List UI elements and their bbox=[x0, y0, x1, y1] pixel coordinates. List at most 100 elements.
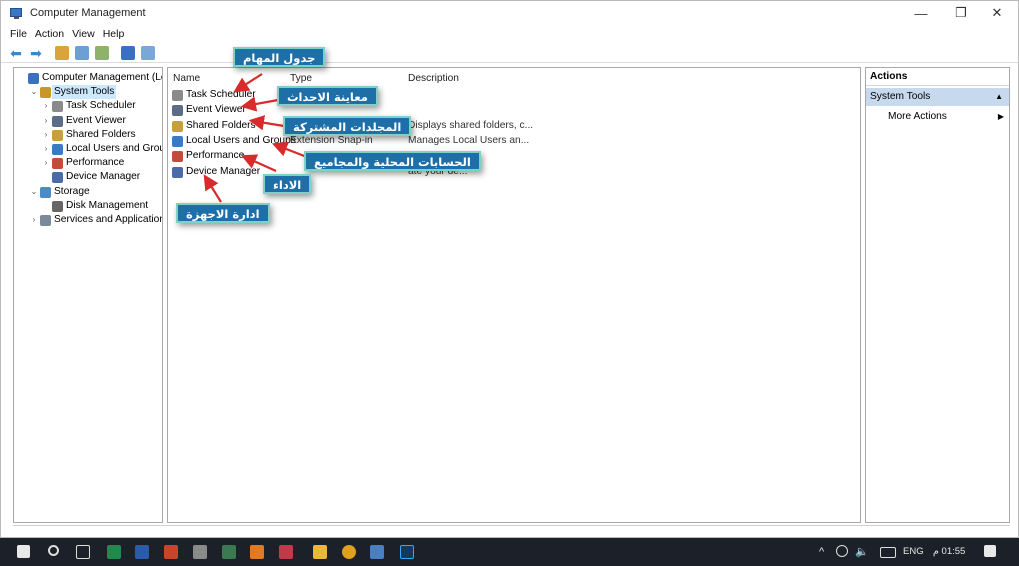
help-icon[interactable] bbox=[121, 45, 135, 60]
tree-node-icon bbox=[52, 115, 63, 127]
actions-section-system-tools[interactable]: System Tools ▲ bbox=[866, 88, 1009, 106]
tree-node[interactable]: Device Manager bbox=[14, 170, 162, 184]
file-explorer-icon[interactable] bbox=[313, 545, 327, 559]
expand-chevron-icon[interactable]: › bbox=[42, 156, 50, 170]
tree-node-label: Disk Management bbox=[66, 199, 149, 211]
actions-section-label: System Tools bbox=[870, 91, 931, 102]
menu-file[interactable]: File bbox=[10, 28, 27, 40]
tree-node[interactable]: Disk Management bbox=[14, 199, 162, 213]
tree-node[interactable]: › Shared Folders bbox=[14, 128, 162, 142]
volume-icon[interactable]: 🔈 bbox=[855, 538, 869, 566]
tree-node[interactable]: › Local Users and Groups bbox=[14, 142, 162, 156]
list-item-icon bbox=[172, 105, 183, 117]
title-bar: Computer Management — ❐ ✕ bbox=[1, 1, 1018, 25]
show-action-pane-icon[interactable] bbox=[141, 45, 155, 60]
expand-chevron-icon[interactable]: ⌄ bbox=[30, 185, 38, 199]
expand-chevron-icon[interactable]: ⌄ bbox=[30, 85, 38, 99]
globe-network-icon[interactable] bbox=[836, 545, 848, 557]
column-header-type[interactable]: Type bbox=[290, 73, 312, 84]
tree-node-label: Storage bbox=[54, 185, 90, 197]
tree-node-icon bbox=[40, 87, 51, 99]
restore-button[interactable]: ❐ bbox=[941, 1, 981, 25]
list-item-description: Displays shared folders, c... bbox=[408, 119, 534, 131]
tree-node[interactable]: › Performance bbox=[14, 156, 162, 170]
submenu-arrow-icon: ▶ bbox=[997, 112, 1004, 121]
list-item[interactable]: Local Users and Groups Extension Snap-in M… bbox=[172, 134, 852, 149]
more-actions-item[interactable]: More Actions ▶ bbox=[888, 109, 1006, 125]
forward-arrow-icon[interactable]: ➡ bbox=[29, 46, 43, 60]
computer-management-taskbar-icon[interactable] bbox=[370, 545, 384, 559]
list-item-icon bbox=[172, 166, 183, 178]
list-item-name: Event Viewer bbox=[186, 104, 246, 116]
list-item-icon bbox=[172, 135, 183, 147]
notifications-icon[interactable] bbox=[984, 545, 996, 557]
tree-node-label: Performance bbox=[66, 157, 125, 169]
start-windows-icon[interactable] bbox=[17, 545, 30, 558]
tree-node[interactable]: › Event Viewer bbox=[14, 114, 162, 128]
search-icon[interactable] bbox=[48, 545, 59, 556]
tree-node-label: Local Users and Groups bbox=[66, 142, 162, 154]
word-icon[interactable] bbox=[135, 545, 149, 559]
more-actions-label: More Actions bbox=[888, 111, 947, 122]
network-app-icon[interactable] bbox=[222, 545, 236, 559]
media-app-icon[interactable] bbox=[250, 545, 264, 559]
expand-chevron-icon[interactable]: › bbox=[42, 99, 50, 113]
computer-management-window: Computer Management — ❐ ✕ File Action Vi… bbox=[0, 0, 1019, 538]
tree-node-icon bbox=[52, 129, 63, 141]
column-header-name[interactable]: Name bbox=[173, 73, 200, 84]
powerpoint-icon[interactable] bbox=[164, 545, 178, 559]
navigation-tree: Computer Management (Local) ⌄ System Tools… bbox=[13, 67, 163, 523]
show-hidden-icons-icon[interactable]: ^ bbox=[819, 538, 824, 566]
expand-chevron-icon[interactable]: › bbox=[42, 128, 50, 142]
list-item-name: Performance bbox=[186, 150, 245, 162]
callout-task-scheduler: جدول المهام bbox=[233, 47, 326, 67]
tree-node[interactable]: Computer Management (Local) bbox=[14, 71, 162, 85]
taskbar: ^ 🔈 ENG 01:55 م bbox=[0, 538, 1019, 566]
show-hide-tree-icon[interactable] bbox=[75, 45, 89, 60]
list-item-type: Extension Snap-in bbox=[290, 134, 373, 146]
menu-action[interactable]: Action bbox=[35, 28, 64, 40]
close-button[interactable]: ✕ bbox=[977, 1, 1017, 25]
actions-pane: Actions System Tools ▲ More Actions ▶ bbox=[865, 67, 1010, 523]
keyboard-icon[interactable] bbox=[880, 547, 896, 558]
tree-node-icon bbox=[52, 101, 63, 113]
language-indicator[interactable]: ENG bbox=[903, 538, 924, 566]
callout-local-users-groups: الحسابات المحلية والمجاميع bbox=[304, 151, 481, 171]
printer-icon[interactable] bbox=[193, 545, 207, 559]
tree-node-label: System Tools bbox=[52, 85, 117, 100]
menu-view[interactable]: View bbox=[72, 28, 95, 40]
excel-icon[interactable] bbox=[107, 545, 121, 559]
tree-node[interactable]: › Services and Applications bbox=[14, 213, 162, 227]
list-item[interactable]: Event Viewer bbox=[172, 103, 852, 118]
menu-help[interactable]: Help bbox=[103, 28, 125, 40]
task-view-icon[interactable] bbox=[76, 545, 90, 559]
expand-chevron-icon[interactable]: › bbox=[30, 213, 38, 227]
tree-node[interactable]: ⌄ System Tools bbox=[14, 85, 162, 100]
menu-bar: File Action View Help bbox=[1, 25, 128, 43]
photoshop-icon[interactable] bbox=[400, 545, 414, 559]
list-item-name: Local Users and Groups bbox=[186, 134, 296, 146]
computer-management-icon bbox=[10, 6, 24, 20]
clock[interactable]: 01:55 م bbox=[933, 538, 965, 566]
callout-performance: الاداء bbox=[263, 174, 312, 194]
list-item-name: Shared Folders bbox=[186, 119, 256, 131]
back-arrow-icon[interactable]: ⬅ bbox=[9, 46, 23, 60]
export-list-icon[interactable] bbox=[95, 45, 109, 60]
expand-chevron-icon[interactable]: › bbox=[42, 114, 50, 128]
access-icon[interactable] bbox=[279, 545, 293, 559]
tree-node[interactable]: › Task Scheduler bbox=[14, 99, 162, 113]
column-header-description[interactable]: Description bbox=[408, 73, 459, 84]
expand-chevron-icon[interactable]: › bbox=[42, 142, 50, 156]
list-item[interactable]: Performance bbox=[172, 149, 852, 164]
actions-header: Actions bbox=[866, 68, 1009, 86]
up-folder-icon[interactable] bbox=[55, 45, 69, 60]
tree-node-label: Computer Management (Local) bbox=[42, 72, 162, 83]
list-item[interactable]: Task Scheduler bbox=[172, 88, 852, 103]
list-item[interactable]: Shared Folders Displays shared folders, c… bbox=[172, 119, 852, 134]
chrome-icon[interactable] bbox=[342, 545, 356, 559]
toolbar: ⬅ ➡ bbox=[1, 43, 1018, 63]
minimize-button[interactable]: — bbox=[901, 1, 941, 25]
collapse-caret-icon[interactable]: ▲ bbox=[995, 88, 1003, 106]
status-bar bbox=[13, 525, 1010, 537]
tree-node[interactable]: ⌄ Storage bbox=[14, 185, 162, 199]
